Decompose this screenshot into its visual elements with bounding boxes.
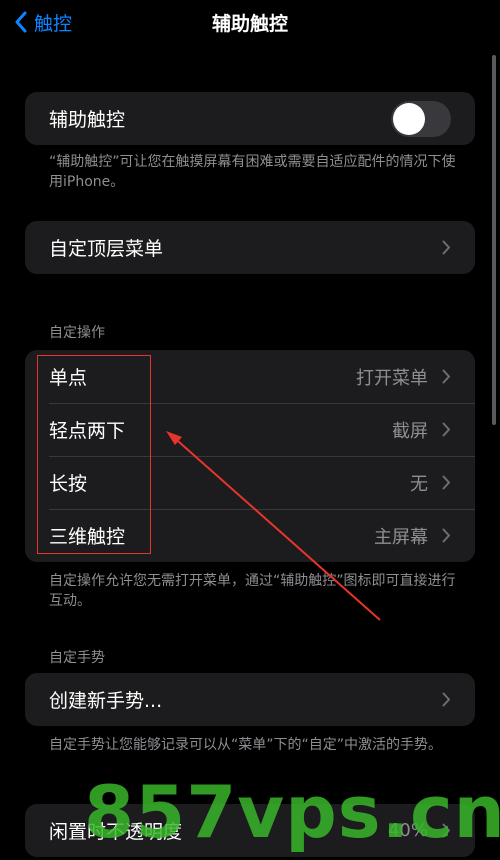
navigation-bar: 触控 辅助触控 bbox=[0, 0, 500, 44]
chevron-right-icon bbox=[442, 369, 450, 384]
assistive-touch-group: 辅助触控 bbox=[25, 92, 475, 145]
assistive-touch-row: 辅助触控 bbox=[25, 92, 475, 145]
customize-top-menu-row[interactable]: 自定顶层菜单 bbox=[25, 221, 475, 274]
assistive-touch-footnote: “辅助触控”可让您在触摸屏幕有困难或需要自适应配件的情况下使用iPhone。 bbox=[49, 154, 456, 190]
create-new-gesture-label: 创建新手势... bbox=[49, 690, 163, 712]
toggle-knob bbox=[393, 102, 425, 135]
action-value: 打开菜单 bbox=[356, 367, 428, 389]
chevron-right-icon bbox=[442, 528, 450, 543]
custom-actions-header: 自定操作 bbox=[49, 325, 105, 341]
custom-gestures-header: 自定手势 bbox=[49, 650, 105, 666]
customize-top-menu-label: 自定顶层菜单 bbox=[49, 238, 164, 260]
action-value: 无 bbox=[410, 473, 428, 495]
chevron-right-icon bbox=[442, 692, 450, 707]
top-menu-group: 自定顶层菜单 bbox=[25, 221, 475, 274]
watermark: 857vps.cn bbox=[84, 770, 500, 854]
chevron-right-icon bbox=[442, 422, 450, 437]
page-title: 辅助触控 bbox=[211, 13, 288, 35]
assistive-touch-toggle[interactable] bbox=[391, 100, 451, 137]
custom-actions-footnote: 自定操作允许您无需打开菜单，通过“辅助触控”图标即可直接进行互动。 bbox=[49, 573, 456, 609]
chevron-right-icon bbox=[442, 240, 450, 255]
scrollbar[interactable] bbox=[492, 55, 496, 425]
action-value: 截屏 bbox=[392, 420, 428, 442]
custom-gestures-group: 创建新手势... bbox=[25, 673, 475, 726]
custom-gestures-footnote: 自定手势让您能够记录可以从“菜单”下的“自定”中激活的手势。 bbox=[49, 737, 443, 753]
annotation-highlight-box bbox=[37, 355, 151, 554]
assistive-touch-label: 辅助触控 bbox=[49, 109, 126, 131]
action-value: 主屏幕 bbox=[374, 526, 428, 548]
chevron-right-icon bbox=[442, 475, 450, 490]
create-new-gesture-row[interactable]: 创建新手势... bbox=[25, 673, 475, 726]
